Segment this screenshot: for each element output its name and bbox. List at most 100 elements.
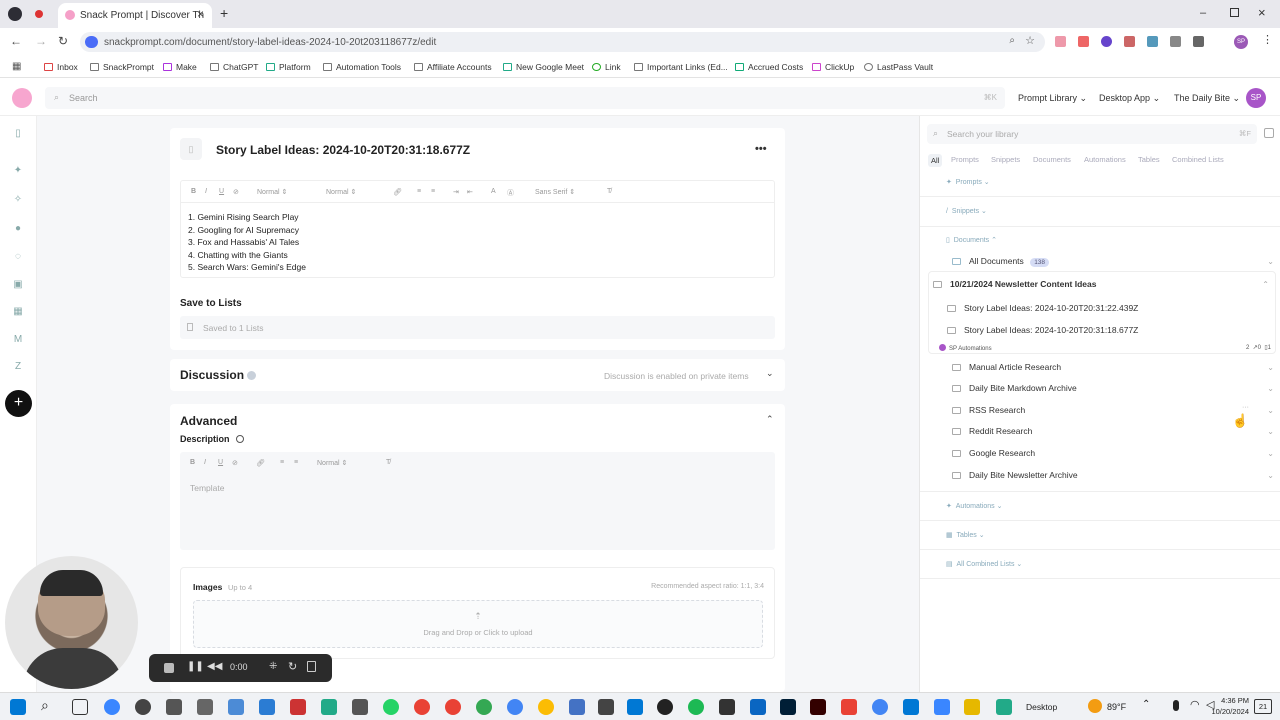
chrome-icon[interactable] xyxy=(476,699,492,715)
app-icon[interactable] xyxy=(903,699,919,715)
make-icon[interactable]: M xyxy=(12,334,24,346)
size-select[interactable]: Normal ⇕ xyxy=(317,459,347,467)
folder-item[interactable]: Daily Bite Markdown Archive xyxy=(952,383,1077,393)
browser-menu-icon[interactable]: ⋮ xyxy=(1262,33,1273,46)
section-combined-lists[interactable]: ▤ All Combined Lists ⌄ xyxy=(946,560,1022,568)
section-snippets[interactable]: / Snippets ⌄ xyxy=(946,207,987,215)
bold-button[interactable]: B xyxy=(191,188,196,195)
user-avatar[interactable]: SP xyxy=(1246,88,1266,108)
section-tables[interactable]: ▦ Tables ⌄ xyxy=(946,531,985,539)
app-icon[interactable] xyxy=(197,699,213,715)
filter-automations[interactable]: Automations xyxy=(1084,155,1126,164)
restore-window-button[interactable] xyxy=(1230,8,1239,17)
forward-icon[interactable]: → xyxy=(35,34,47,48)
chrome-icon[interactable] xyxy=(445,699,461,715)
task-view-icon[interactable] xyxy=(72,699,88,715)
filter-tables[interactable]: Tables xyxy=(1138,155,1160,164)
extension-icon[interactable] xyxy=(1101,36,1112,47)
app-icon[interactable] xyxy=(964,699,980,715)
chevron-down-icon[interactable]: ⌄ xyxy=(1267,449,1274,458)
link-icon[interactable]: 🔗︎ xyxy=(393,188,402,196)
chevron-down-icon[interactable]: ⌄ xyxy=(1267,257,1274,266)
new-tab-button[interactable]: + xyxy=(220,5,228,21)
bookmark-item[interactable]: New Google Meet xyxy=(503,62,584,72)
extension-icon[interactable] xyxy=(1170,36,1181,47)
code-button[interactable]: ⊘ xyxy=(232,459,238,467)
extension-icon[interactable] xyxy=(1078,36,1089,47)
size-select[interactable]: Normal ⇕ xyxy=(326,188,356,196)
tab-search-button[interactable] xyxy=(8,7,22,21)
search-icon[interactable]: ⌕ xyxy=(41,697,49,714)
delete-icon[interactable] xyxy=(307,661,316,672)
whatsapp-icon[interactable] xyxy=(383,699,399,715)
add-button[interactable]: + xyxy=(5,390,32,417)
notification-badge[interactable]: 21 xyxy=(1254,699,1272,714)
bookmark-item[interactable]: ChatGPT xyxy=(210,62,258,72)
font-select[interactable]: Sans Serif ⇕ xyxy=(535,188,575,196)
italic-button[interactable]: I xyxy=(205,188,207,195)
reload-icon[interactable]: ↻ xyxy=(58,34,68,48)
chevron-down-icon[interactable]: ⌄ xyxy=(1267,471,1274,480)
github-icon[interactable] xyxy=(657,699,673,715)
bookmark-item[interactable]: Inbox xyxy=(44,62,78,72)
bookmark-item[interactable]: Important Links (Ed... xyxy=(634,62,728,72)
indent-icon[interactable]: ⇥ xyxy=(453,188,459,196)
chevron-down-icon[interactable]: ⌄ xyxy=(1267,384,1274,393)
filter-combined-lists[interactable]: Combined Lists xyxy=(1172,155,1224,164)
spotify-icon[interactable] xyxy=(688,699,704,715)
chrome-icon[interactable] xyxy=(538,699,554,715)
chevron-down-icon[interactable]: ⌄ xyxy=(1267,406,1274,415)
filter-all[interactable]: All xyxy=(928,154,943,167)
app-icon[interactable] xyxy=(934,699,950,715)
lightroom-icon[interactable] xyxy=(780,699,796,715)
folder-item[interactable]: RSS Research xyxy=(952,405,1025,415)
bold-button[interactable]: B xyxy=(190,459,195,466)
document-icon[interactable]: ▯ xyxy=(12,128,24,140)
folder-item[interactable]: Manual Article Research xyxy=(952,362,1061,372)
bookmark-item[interactable]: Make xyxy=(163,62,197,72)
minimize-window-button[interactable]: – xyxy=(1200,7,1206,19)
settings-icon[interactable] xyxy=(135,699,151,715)
image-icon[interactable]: ▣ xyxy=(12,279,24,291)
start-icon[interactable] xyxy=(10,699,26,715)
bookmark-item[interactable]: Platform xyxy=(266,62,311,72)
zoom-icon[interactable]: ⌕ xyxy=(1009,35,1015,46)
clear-format-icon[interactable]: T̸ xyxy=(386,459,390,466)
ordered-list-icon[interactable]: ≡ xyxy=(280,459,284,466)
folder-item[interactable]: Daily Bite Newsletter Archive xyxy=(952,470,1078,480)
chrome-icon[interactable] xyxy=(414,699,430,715)
close-window-button[interactable]: × xyxy=(1258,5,1266,20)
clock-date[interactable]: 10/20/2024 xyxy=(1204,707,1249,716)
underline-button[interactable]: U xyxy=(219,188,224,195)
browser-tab-active[interactable]: Snack Prompt | Discover Th × xyxy=(58,3,212,28)
bullet-list-icon[interactable]: ≡ xyxy=(294,459,298,466)
global-search-input[interactable]: ⌕ Search ⌘K xyxy=(45,87,1005,109)
bookmark-item[interactable]: Automation Tools xyxy=(323,62,401,72)
highlight-icon[interactable]: Ⓐ xyxy=(507,188,514,198)
chevron-up-icon[interactable]: ⌃ xyxy=(1262,280,1269,289)
collapse-panel-icon[interactable] xyxy=(1264,128,1274,138)
zapier-icon[interactable]: Z xyxy=(12,361,24,373)
document-item-active[interactable]: Story Label Ideas: 2024-10-20T20:31:18.6… xyxy=(947,325,1138,335)
document-item[interactable]: Story Label Ideas: 2024-10-20T20:31:22.4… xyxy=(947,303,1138,313)
menu-desktop-app[interactable]: Desktop App ⌄ xyxy=(1099,93,1160,104)
bookmark-item[interactable]: ClickUp xyxy=(812,62,854,72)
app-icon[interactable] xyxy=(598,699,614,715)
snackprompt-logo[interactable] xyxy=(12,88,32,108)
back-icon[interactable]: ← xyxy=(10,34,22,48)
code-button[interactable]: ⊘ xyxy=(233,188,239,196)
apps-grid-icon[interactable]: ▦ xyxy=(12,61,21,72)
folder-item[interactable]: 10/21/2024 Newsletter Content Ideas xyxy=(933,279,1096,289)
chevron-down-icon[interactable]: ⌄ xyxy=(1267,427,1274,436)
app-icon[interactable] xyxy=(290,699,306,715)
underline-button[interactable]: U xyxy=(218,459,223,466)
illustrator-icon[interactable] xyxy=(810,699,826,715)
extension-icon[interactable] xyxy=(1124,36,1135,47)
vscode-icon[interactable] xyxy=(627,699,643,715)
library-search-input[interactable]: ⌕ Search your library ⌘F xyxy=(927,124,1257,144)
bag-icon[interactable]: ◌ xyxy=(12,251,24,263)
bullet-list-icon[interactable]: ≡ xyxy=(431,188,435,195)
italic-button[interactable]: I xyxy=(204,459,206,466)
folder-item[interactable]: Reddit Research xyxy=(952,426,1032,436)
filter-snippets[interactable]: Snippets xyxy=(991,155,1020,164)
